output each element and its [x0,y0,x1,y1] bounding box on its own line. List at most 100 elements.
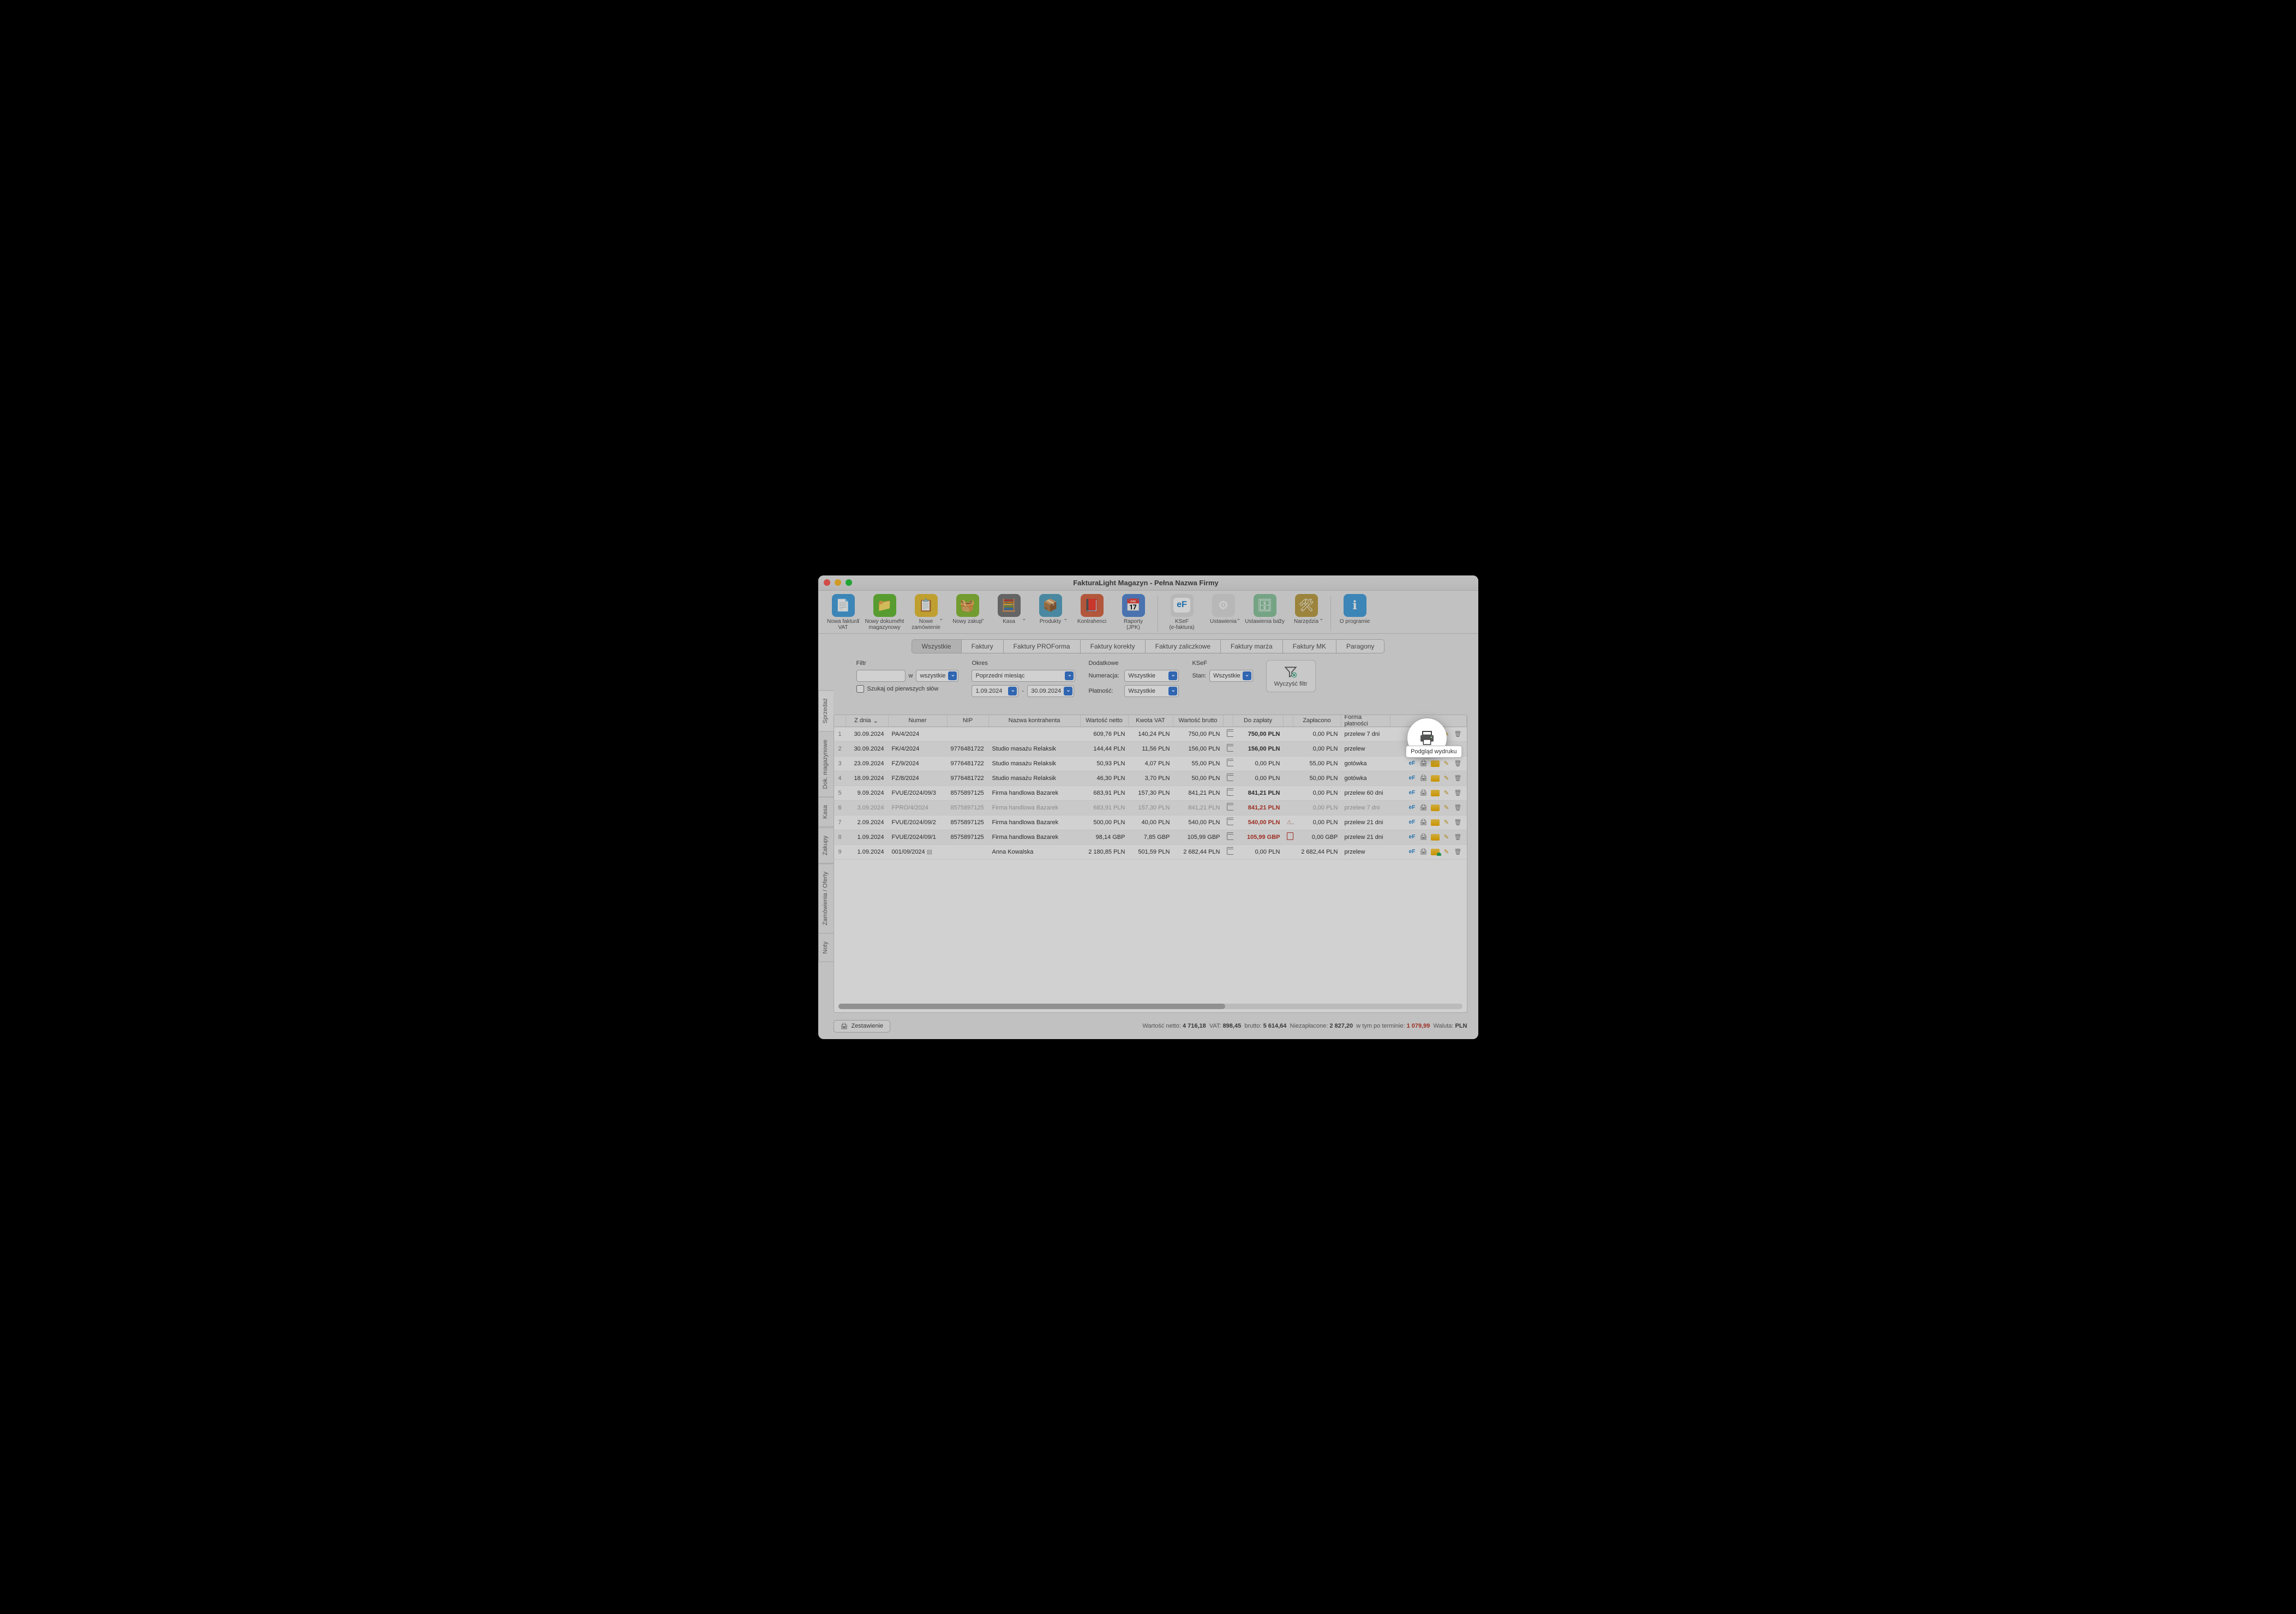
toolbar-button-10[interactable]: ⚙Ustawienia⌄ [1203,594,1244,633]
table-row[interactable]: 91.09.2024001/09/2024 ▤Anna Kowalska2 18… [834,845,1467,860]
column-header[interactable] [1284,715,1293,727]
summary-button[interactable]: 🖨 Zestawienie [834,1020,891,1033]
ksef-icon[interactable]: eF [1408,804,1417,812]
column-header[interactable]: Nazwa kontrahenta [989,715,1081,727]
delete-icon[interactable]: 🗑 [1454,804,1462,812]
clear-filter-button[interactable]: Wyczyść filtr [1266,660,1316,692]
table-row[interactable]: 418.09.2024FZ/8/20249776481722Studio mas… [834,771,1467,786]
sidetab-1[interactable]: Dok. magazynowe [818,731,834,797]
toolbar-button-11[interactable]: 🗄Ustawienia bazy⌄ [1244,594,1286,633]
mail-icon[interactable] [1431,775,1440,782]
delete-icon[interactable]: 🗑 [1454,819,1462,826]
tab-paragony[interactable]: Paragony [1336,639,1384,653]
column-header[interactable]: NIP [948,715,989,727]
tab-faktury-mk[interactable]: Faktury MK [1283,639,1336,653]
table-row[interactable]: 130.09.2024PA/4/2024609,76 PLN140,24 PLN… [834,727,1467,742]
toolbar-button-0[interactable]: 📄Nowa fakturaVAT⌄ [823,594,864,633]
search-from-start-checkbox[interactable]: Szukaj od pierwszych słów [856,685,959,693]
tab-faktury[interactable]: Faktury [962,639,1004,653]
filter-text-input[interactable] [856,670,906,682]
mail-icon[interactable] [1431,833,1440,841]
delete-icon[interactable]: 🗑 [1454,730,1462,738]
date-from-input[interactable]: 1.09.2024 [972,685,1018,697]
ksef-icon[interactable]: eF [1408,833,1417,841]
column-header[interactable]: Kwota VAT [1129,715,1173,727]
ksef-icon[interactable]: eF [1408,848,1417,856]
print-icon[interactable]: 🖨 [1419,804,1428,812]
print-icon[interactable]: 🖨 [1419,775,1428,782]
tab-faktury-korekty[interactable]: Faktury korekty [1081,639,1146,653]
column-header[interactable]: Zapłacono [1293,715,1341,727]
ksef-state-select[interactable]: Wszystkie [1209,670,1253,682]
toolbar-button-2[interactable]: 📋Nowe zamówienie⌄ [906,594,947,633]
ksef-icon[interactable]: eF [1408,775,1417,782]
numbering-select[interactable]: Wszystkie [1124,670,1179,682]
column-header[interactable] [834,715,846,727]
ksef-icon[interactable]: eF [1408,760,1417,767]
column-header[interactable]: Do zapłaty [1233,715,1284,727]
column-header[interactable]: Z dnia ⌄ [846,715,889,727]
table-row[interactable]: 81.09.2024FVUE/2024/09/18575897125Firma … [834,830,1467,845]
toolbar-button-4[interactable]: 🧮Kasa⌄ [988,594,1030,633]
toolbar-icon: 📕 [1081,594,1104,617]
delete-icon[interactable]: 🗑 [1454,833,1462,841]
edit-icon[interactable]: ✎ [1442,819,1451,826]
edit-icon[interactable]: ✎ [1442,760,1451,767]
toolbar-button-12[interactable]: 🛠Narzędzia⌄ [1286,594,1327,633]
edit-icon[interactable]: ✎ [1442,848,1451,856]
column-header[interactable]: Wartość netto [1081,715,1129,727]
print-icon[interactable]: 🖨 [1419,819,1428,826]
toolbar-button-9[interactable]: eFKSeF(e-faktura) [1161,594,1203,633]
toolbar-button-3[interactable]: 🧺Nowy zakup⌄ [947,594,988,633]
tab-faktury-marża[interactable]: Faktury marża [1221,639,1283,653]
sidetab-0[interactable]: Sprzedaż [818,690,834,731]
toolbar-button-1[interactable]: 📁Nowy dokumentmagazynowy⌄ [864,594,906,633]
tab-wszystkie[interactable]: Wszystkie [912,639,962,653]
delete-icon[interactable]: 🗑 [1454,775,1462,782]
print-icon[interactable]: 🖨 [1419,848,1428,856]
date-to-input[interactable]: 30.09.2024 [1027,685,1074,697]
mail-icon[interactable] [1431,789,1440,797]
ksef-icon[interactable]: eF [1408,819,1417,826]
mail-icon[interactable] [1431,819,1440,826]
delete-icon[interactable]: 🗑 [1454,789,1462,797]
chevron-down-icon: ⌄ [980,616,985,622]
toolbar-button-5[interactable]: 📦Produkty⌄ [1030,594,1071,633]
mail-icon[interactable] [1431,804,1440,812]
sidetab-2[interactable]: Kasa [818,797,834,827]
edit-icon[interactable]: ✎ [1442,804,1451,812]
tab-faktury-proforma[interactable]: Faktury PROForma [1004,639,1081,653]
tab-faktury-zaliczkowe[interactable]: Faktury zaliczkowe [1146,639,1221,653]
toolbar-button-14[interactable]: ℹO programie [1334,594,1376,633]
table-row[interactable]: 72.09.2024FVUE/2024/09/28575897125Firma … [834,815,1467,830]
sidetab-5[interactable]: Noty [818,933,834,962]
column-header[interactable]: Numer [889,715,948,727]
sidetab-3[interactable]: Zakupy [818,827,834,863]
edit-icon[interactable]: ✎ [1442,789,1451,797]
table-row[interactable]: 63.09.2024FPRO/4/20248575897125Firma han… [834,801,1467,815]
mail-icon[interactable] [1431,760,1440,767]
mail-icon[interactable] [1431,848,1440,856]
column-header[interactable]: Wartość brutto [1173,715,1224,727]
print-icon[interactable]: 🖨 [1419,789,1428,797]
print-icon[interactable]: 🖨 [1419,833,1428,841]
toolbar-button-6[interactable]: 📕Kontrahenci [1071,594,1113,633]
delete-icon[interactable]: 🗑 [1454,848,1462,856]
horizontal-scrollbar[interactable] [838,1004,1462,1009]
period-select[interactable]: Poprzedni miesiąc [972,670,1075,682]
delete-icon[interactable]: 🗑 [1454,760,1462,767]
column-header[interactable] [1224,715,1233,727]
column-header[interactable]: Forma płatności [1341,715,1390,727]
period-label: Okres [972,660,1075,667]
table-row[interactable]: 230.09.2024FK/4/20249776481722Studio mas… [834,742,1467,757]
table-row[interactable]: 323.09.2024FZ/9/20249776481722Studio mas… [834,757,1467,771]
table-row[interactable]: 59.09.2024FVUE/2024/09/38575897125Firma … [834,786,1467,801]
print-icon[interactable]: 🖨 [1419,760,1428,767]
toolbar-button-7[interactable]: 📅Raporty(JPK) [1113,594,1154,633]
sidetab-4[interactable]: Zamówienia / Oferty [818,863,834,933]
edit-icon[interactable]: ✎ [1442,775,1451,782]
ksef-icon[interactable]: eF [1408,789,1417,797]
filter-field-select[interactable]: wszystkie [916,670,958,682]
payment-select[interactable]: Wszystkie [1124,685,1179,697]
edit-icon[interactable]: ✎ [1442,833,1451,841]
